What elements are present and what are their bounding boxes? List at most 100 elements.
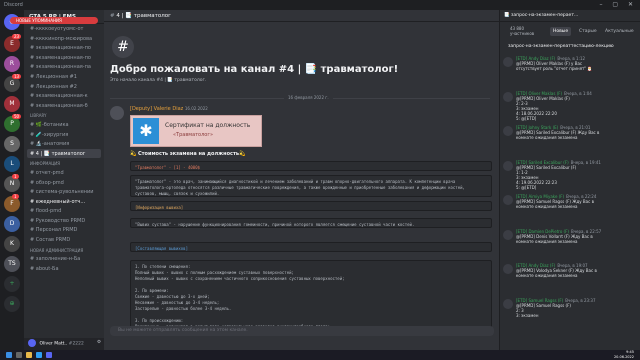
- channel-item[interactable]: # отчет-pmd: [24, 168, 104, 178]
- channel-item[interactable]: # экзаменационная-к: [24, 91, 104, 101]
- thread-message: [ETD] Johny Stark (E) Вчера, в 21:01 @[PRM…: [500, 123, 640, 158]
- avatar[interactable]: [28, 339, 36, 347]
- explore-icon[interactable]: ⊕: [4, 296, 20, 312]
- avatar[interactable]: [503, 57, 513, 67]
- welcome-subtitle: Это начало канала #4 | 📑 травматолог.: [110, 78, 207, 83]
- code-block: "Травматолог" - это врач, занимающийся д…: [130, 175, 492, 197]
- medical-star-icon: ✱: [133, 118, 159, 144]
- channel-item[interactable]: # экзаменационная-по: [24, 53, 104, 63]
- channel-hash-icon: #: [112, 36, 134, 58]
- channel-title: 4 | 📑 травматолог: [116, 13, 171, 19]
- code-block: [Составляющая вывихов]: [130, 242, 492, 252]
- message-input[interactable]: Вы не можете отправлять сообщения на это…: [110, 326, 494, 336]
- avatar[interactable]: [503, 264, 513, 274]
- channel-item[interactable]: # Лекционная #2: [24, 82, 104, 92]
- channel-item[interactable]: # экзаменационная-по: [24, 43, 104, 53]
- server-icon[interactable]: TS: [4, 256, 20, 272]
- channel-item[interactable]: # Персонал PRMD: [24, 225, 104, 235]
- thread-panel: 📑 запрос-на-экзамен-перает... 43 880 уча…: [499, 10, 640, 350]
- message-line: комнате ожидания экзамена: [516, 238, 578, 244]
- server-icon[interactable]: R: [4, 56, 20, 72]
- avatar[interactable]: [503, 229, 513, 240]
- thread-tabs: 43 880 участников Новые Старые Актуальны…: [500, 24, 640, 42]
- avatar[interactable]: [503, 160, 513, 171]
- channel-list: #-ккккоеуотуомс-от #-ккккинопр-мсюирова # …: [24, 24, 104, 273]
- taskbar: 9:45 20.06.2022: [0, 350, 640, 360]
- channel-item[interactable]: # экзаменационная-па: [24, 62, 104, 72]
- settings-gear-icon[interactable]: ⚙: [97, 340, 101, 345]
- user-panel: Oliver Matt.. #2222 ⚙: [24, 338, 104, 350]
- new-mentions-pill[interactable]: НОВЫЕ УПОМИНАНИЯ: [10, 17, 98, 24]
- message-author[interactable]: [ETD] Sariled Excalibur (F): [516, 160, 569, 165]
- system-clock: 9:45 20.06.2022: [613, 350, 634, 359]
- channel-item[interactable]: # flood-pmd: [24, 206, 104, 216]
- channel-item[interactable]: # ежедневный-отч...: [24, 197, 104, 207]
- channel-item[interactable]: #-ккккинопр-мсюирова: [24, 34, 104, 44]
- thread-message: [ETD] Sariled Excalibur (F) Вчера, в 19:4…: [500, 158, 640, 193]
- server-icon[interactable]: D: [4, 216, 20, 232]
- channel-item[interactable]: # 🌿-ботаника: [24, 120, 104, 130]
- thread-title: 📑 запрос-на-экзамен-перает...: [500, 10, 640, 22]
- channel-header: # 4 | 📑 травматолог: [104, 10, 499, 22]
- title-bar: Discord – ▢ ✕: [0, 0, 640, 10]
- channel-item[interactable]: # about-Ба: [24, 264, 104, 274]
- thread-count: 43 880 участников: [510, 26, 535, 36]
- message-timestamp: Вчера, в 1:04: [564, 90, 592, 96]
- channel-item[interactable]: # Лекционная #1: [24, 72, 104, 82]
- thread-message: [ETD] Aimiya Miyake (F) Вчера, в 22:24 @[P…: [500, 192, 640, 227]
- avatar[interactable]: [503, 91, 513, 102]
- discord-window: Discord – ▢ ✕ ◉ E R G M P S L N F D K TS…: [0, 0, 640, 360]
- avatar[interactable]: [503, 298, 513, 309]
- server-icon[interactable]: L: [4, 156, 20, 172]
- tab-new[interactable]: Новые: [550, 27, 572, 36]
- channel-item[interactable]: #-ккккоеуотуомс-от: [24, 24, 104, 34]
- search-icon[interactable]: [16, 352, 22, 358]
- channel-item[interactable]: # Состав PRMD: [24, 235, 104, 245]
- add-server-icon[interactable]: +: [4, 276, 20, 292]
- avatar[interactable]: [110, 106, 124, 120]
- channel-category[interactable]: ИНФОРМАЦИЯ: [24, 158, 104, 168]
- avatar[interactable]: [503, 195, 513, 205]
- channel-item[interactable]: # заполнение-н-Ба: [24, 254, 104, 264]
- code-block: 1. По степени смещения: Полный вывих - в…: [130, 260, 492, 334]
- message-author[interactable]: [ETD] Damien DePietro (F): [516, 229, 569, 234]
- mention-badge: 50: [12, 114, 22, 119]
- certificate-image[interactable]: ✱ Сертификат на должность «Травматолог»: [130, 115, 262, 147]
- explorer-icon[interactable]: [26, 352, 32, 358]
- server-list: ◉ E R G M P S L N F D K TS + ⊕ 23 13 50 …: [0, 10, 24, 350]
- channel-item[interactable]: # система-рувольнении: [24, 187, 104, 197]
- server-icon[interactable]: K: [4, 236, 20, 252]
- discord-icon[interactable]: [46, 352, 52, 358]
- code-block: "Травматолог" - [1] - 4000$: [130, 161, 492, 171]
- channel-item[interactable]: # 4 | 📑 травматолог: [27, 148, 101, 159]
- message-timestamp: Вчера, в 23:37: [565, 297, 596, 303]
- app-title: Discord: [4, 2, 23, 8]
- thread-subject: запрос-на-экзамен-переаттестацию-лекцию: [508, 44, 614, 49]
- message-author[interactable]: [ETD] Samuel Ragss (F): [516, 298, 563, 303]
- channel-item[interactable]: # 🔬-анатомия: [24, 139, 104, 149]
- browser-icon[interactable]: [36, 352, 42, 358]
- user-name: Oliver Matt..: [39, 341, 68, 347]
- thread-message: [ETD] Samuel Ragss (F) Вчера, в 23:37 @[PR…: [500, 296, 640, 331]
- message-author[interactable]: [Deputy] Valerie Diaz 16.02.2022: [130, 106, 208, 112]
- server-icon[interactable]: S: [4, 136, 20, 152]
- tab-old[interactable]: Старые: [576, 27, 600, 36]
- mention-badge: 1: [12, 194, 19, 199]
- channel-category[interactable]: LIBRARY: [24, 110, 104, 120]
- channel-item[interactable]: # обзор-pmd: [24, 178, 104, 188]
- window-controls[interactable]: – ▢ ✕: [599, 1, 637, 8]
- mention-badge: 13: [12, 74, 22, 79]
- tab-recent[interactable]: Актуальные: [602, 27, 637, 36]
- channel-item[interactable]: # экзаменационная-б: [24, 101, 104, 111]
- message-timestamp: Вчера, в 22:57: [570, 228, 602, 234]
- channel-category[interactable]: НОВАЯ АДМИНИСТРАЦИЯ: [24, 245, 104, 255]
- channel-item[interactable]: # 🧪-хирургия: [24, 130, 104, 140]
- avatar[interactable]: [503, 126, 513, 136]
- code-block: "Вывих сустава" - нарушение функциониров…: [130, 218, 492, 228]
- message-heading: 💫 Стоимость экзамена на должность💫: [130, 151, 246, 157]
- server-icon[interactable]: M: [4, 96, 20, 112]
- channel-item[interactable]: # Руководство PRMD: [24, 216, 104, 226]
- thread-message: [ETD] Oliver Maklas (F) Вчера, в 1:04 @[PR…: [500, 89, 640, 124]
- windows-start-icon[interactable]: [6, 352, 12, 358]
- message-author[interactable]: [ETD] Oliver Maklas (F): [516, 91, 562, 96]
